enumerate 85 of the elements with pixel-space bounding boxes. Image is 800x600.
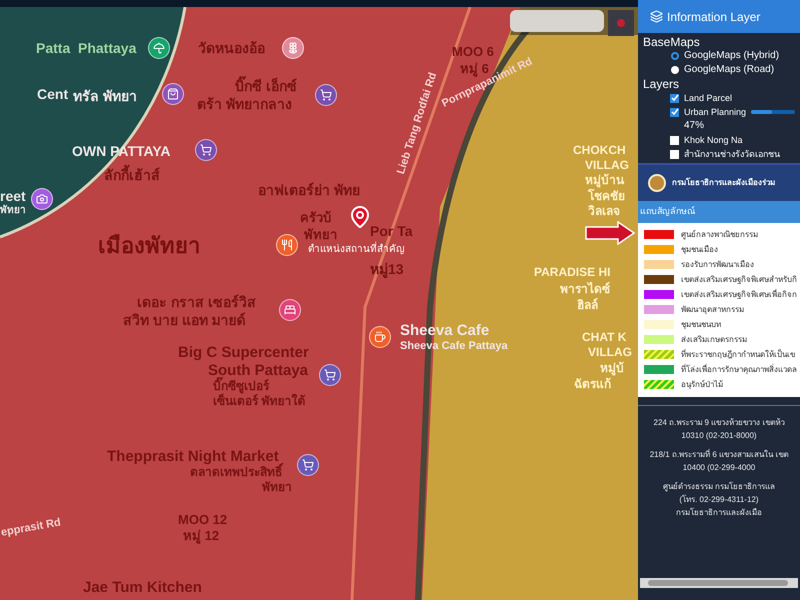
map-label: หมู่บ้ — [600, 361, 624, 376]
layer-label: Urban Planning — [684, 106, 746, 119]
map-label: หมู่13 — [370, 261, 404, 278]
arrow-icon — [584, 221, 636, 245]
layers-icon — [650, 10, 663, 23]
address-line: กรมโยธาธิการและผังเมือ — [676, 506, 762, 518]
legend-label: ที่พระราชกฤษฎีกากำหนดให้เป็นเข — [681, 348, 795, 360]
map-label: epprasit Rd — [0, 516, 62, 541]
map-label: อาฟเตอร์ย่า พัทย — [258, 182, 360, 200]
map-label: Patta — [36, 40, 70, 58]
layer-label: Khok Nong Na — [684, 134, 743, 147]
legend-label: เขตส่งเสริมเศรษฐกิจพิเศษสำหรับกิ — [681, 274, 797, 286]
map-label: ฉัตรแก้ — [574, 377, 611, 392]
map-label: พัทยา — [262, 480, 292, 495]
map-label: ตำแหน่งสถานที่สำคัญ — [308, 244, 405, 256]
legend-label: รองรับการพัฒนาเมือง — [681, 258, 754, 270]
satellite-map-drawing[interactable] — [0, 7, 638, 600]
map-label: พัทยา — [304, 227, 337, 242]
address-line: 224 ถ.พระราม 9 แขวงห้วยขวาง เขตห้ว — [654, 416, 784, 428]
radio-option[interactable]: GoogleMaps (Hybrid) — [643, 49, 795, 63]
checkbox[interactable] — [670, 150, 679, 158]
map-label: Thepprasit Night Market — [107, 448, 279, 465]
map-label: CHOKCH — [573, 143, 626, 158]
horizontal-scrollbar[interactable] — [640, 578, 798, 588]
map-label: Big C Supercenter — [178, 344, 309, 363]
map-label: หมู่ 12 — [183, 528, 220, 544]
map-label: บิ๊กซีซูเปอร์ — [213, 379, 269, 394]
section-heading: Layers — [643, 77, 680, 91]
map-label: Cent — [37, 86, 68, 104]
map-label: VILLAG — [588, 345, 632, 360]
address-line: 218/1 ถ.พระรามที่ 6 แขวงสามเสนใน เขต — [650, 448, 788, 460]
map-label: PARADISE HI — [534, 265, 610, 280]
department-name: กรมโยธาธิการและผังเมืองร่วม — [672, 177, 775, 189]
layer-label: สำนักงานช่างรังวัดเอกชน — [684, 148, 780, 161]
map-label: ตร้า พัทยากลาง — [197, 96, 292, 114]
map-label: วัดหนองอ้อ — [198, 40, 265, 58]
map-label: Por Ta — [370, 223, 413, 240]
legend-label: ศูนย์กลางพาณิชยกรรม — [681, 228, 758, 240]
map-label: Jae Tum Kitchen — [83, 579, 202, 598]
map-label: MOO 12 — [178, 512, 228, 528]
map-label: โชคชัย — [588, 189, 625, 204]
map-label: MOO 6 — [452, 44, 494, 60]
map-label: ลักกี้เฮ้าส์ — [104, 167, 160, 184]
legend-label: ส่งเสริมเกษตรกรรม — [681, 334, 747, 346]
address-line: 10310 (02-201-8000) — [681, 430, 757, 442]
radio-option[interactable]: GoogleMaps (Road) — [643, 63, 795, 77]
address-line: ศูนย์ดำรงธรรม กรมโยธาธิการแล — [662, 480, 776, 492]
panel-title: Information Layer — [667, 8, 760, 26]
map-label: ทรัล พัทยา — [73, 88, 137, 106]
map-label: หมู่บ้าน — [585, 173, 624, 188]
emblem-icon — [648, 174, 666, 192]
section-heading: BaseMaps — [643, 35, 701, 49]
map-label: reet — [0, 188, 26, 204]
layer-label: Land Parcel — [684, 92, 732, 105]
location-pin-icon[interactable] — [348, 205, 372, 229]
legend-label: เขตส่งเสริมเศรษฐกิจพิเศษเพื่อกิจก — [681, 288, 797, 300]
legend-title: แถบสัญลักษณ์ — [638, 201, 800, 222]
map-label: บิ๊กซี เอ็กซ์ — [235, 78, 297, 96]
map-label: ฮิลล์ — [577, 298, 598, 313]
map-label: เมืองพัทยา — [98, 232, 200, 260]
map-label: วิลเลจ — [588, 204, 620, 219]
legend-label: ที่โล่งเพื่อการรักษาคุณภาพสิ่งแวดล — [681, 364, 797, 376]
search-field[interactable] — [510, 10, 604, 32]
map-label: เซ็นเตอร์ พัทยาใต้ — [213, 394, 306, 409]
checkbox[interactable] — [670, 136, 679, 144]
opacity-value: 47% — [683, 119, 706, 133]
map-label: สวิท บาย แอท มายด์ — [123, 312, 246, 330]
legend-label: ชุมชนเมือง — [681, 244, 718, 256]
legend-label: อนุรักษ์ป่าไม้ — [681, 378, 723, 390]
map-label: Phattaya — [78, 40, 136, 58]
legend-label: ชุมชนชนบท — [681, 318, 721, 330]
map-label: พาราไดซ์ — [560, 282, 610, 297]
map-label: พัทยา — [0, 205, 26, 218]
legend-label: พัฒนาอุตสาหกรรม — [681, 304, 744, 316]
opacity-slider[interactable] — [751, 110, 795, 114]
address-line: 10400 (02-299-4000 — [682, 462, 756, 474]
checkbox[interactable] — [670, 94, 679, 102]
map-label: เดอะ กราส เซอร์วิส — [137, 294, 256, 312]
map-label: CHAT K — [582, 330, 626, 345]
address-line: (โทร. 02-299-4311-12) — [679, 494, 759, 506]
map-label: ครัวบ้ — [300, 210, 331, 226]
checkbox[interactable] — [670, 108, 679, 116]
map-label: VILLAG — [585, 158, 629, 173]
map-label: Lieb Tang Rodfai Rd — [395, 71, 440, 176]
map-label: ตลาดเทพประสิทธิ์ — [190, 465, 282, 480]
